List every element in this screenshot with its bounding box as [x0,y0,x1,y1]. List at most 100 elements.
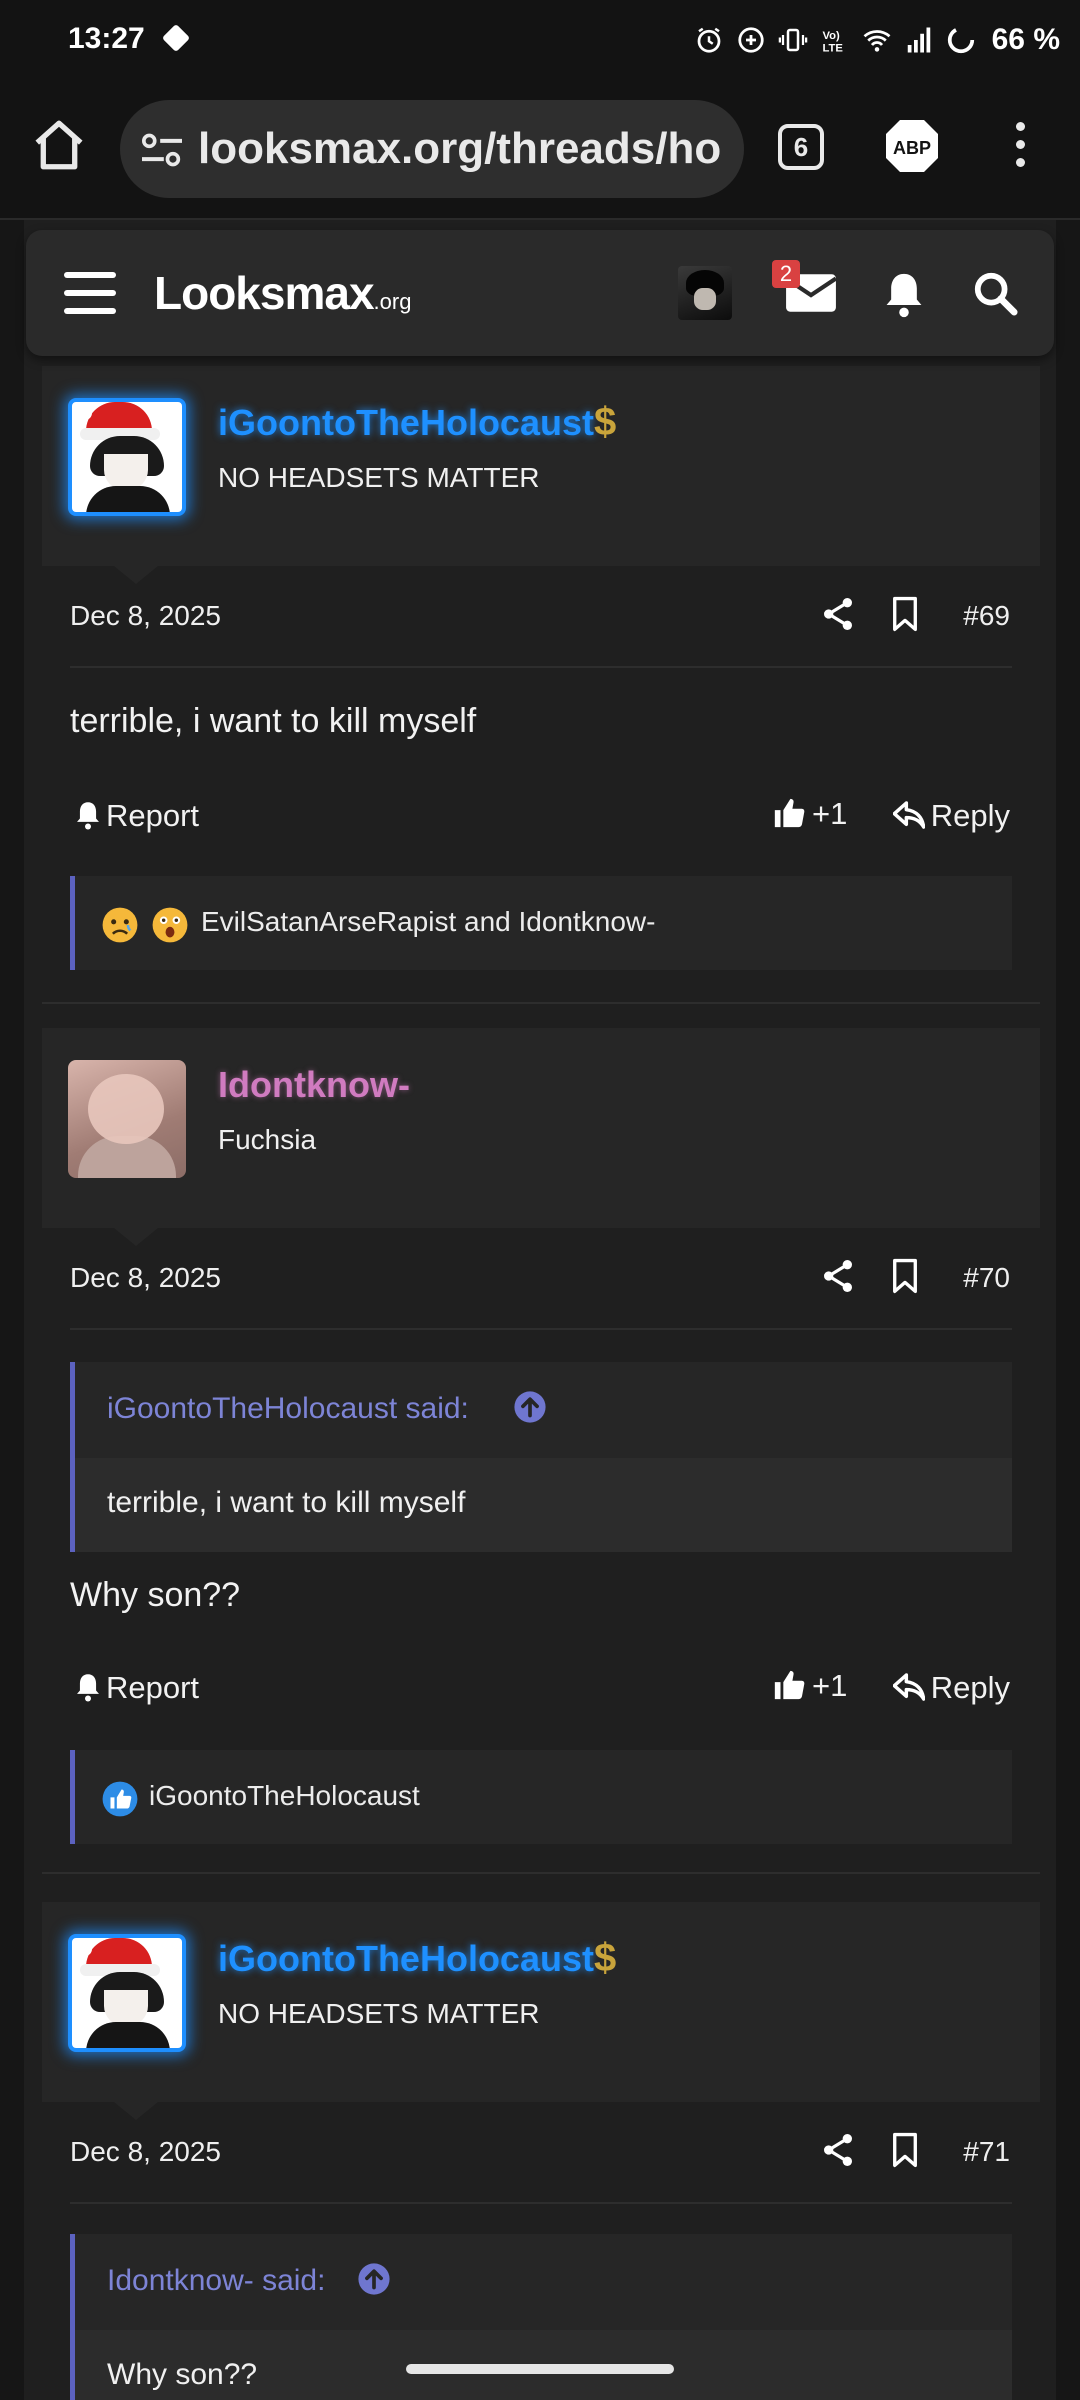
avatar[interactable] [68,1060,186,1178]
post-actions: Report +1 Reply [42,790,1040,850]
browser-toolbar: looksmax.org/threads/ho 6 ABP [0,80,1080,220]
post-meta: Dec 8, 2025 #71 [42,2102,1040,2202]
tab-switcher-button[interactable]: 6 [778,124,824,170]
report-button[interactable]: Report [74,798,199,834]
like-button[interactable]: +1 [772,796,847,832]
dollar-badge-icon: $ [594,400,617,444]
quote-text: Why son?? [107,2358,258,2391]
report-button[interactable]: Report [74,1670,199,1706]
svg-text:LTE: LTE [822,42,843,54]
bookmark-icon[interactable] [892,1258,918,1294]
post-date[interactable]: Dec 8, 2025 [70,2136,221,2168]
status-bar: 13:27 Vo) LTE 66 % [0,0,1080,80]
adblock-icon[interactable]: ABP [884,118,940,174]
avatar[interactable] [68,398,186,516]
bell-icon [77,1674,99,1702]
go-to-quoted-icon[interactable] [513,1390,547,1424]
reply-icon [892,801,926,829]
share-icon[interactable] [822,2132,854,2168]
sad-emoji-icon [102,907,138,943]
battery-saver-icon [947,26,974,54]
battery-percent: 66 % [991,23,1060,56]
reply-button[interactable]: Reply [892,798,1010,834]
user-title: NO HEADSETS MATTER [218,462,540,493]
post-date[interactable]: Dec 8, 2025 [70,600,221,632]
site-logo[interactable]: Lᴏᴏksmax.org [154,266,411,320]
username-link[interactable]: iGoontoTheHolocaust [218,1938,594,1980]
post-user-block: iGoontoTheHolocaust $ NO HEADSETS MATTER [42,1902,1040,2102]
navigation-icon [161,23,191,53]
post-separator [42,1872,1040,1874]
status-time: 13:27 [68,22,145,55]
post-meta: Dec 8, 2025 #69 [42,566,1040,666]
reactions-users[interactable]: iGoontoTheHolocaust [149,1780,420,1812]
quote-author[interactable]: iGoontoTheHolocaust said: [107,1392,469,1426]
hamburger-menu-icon[interactable] [64,272,116,314]
divider [70,1328,1012,1330]
gesture-home-indicator[interactable] [406,2364,674,2374]
user-title: Fuchsia [218,1124,317,1155]
account-avatar[interactable] [678,266,732,320]
like-reaction-icon [102,1781,138,1817]
site-header: Lᴏᴏksmax.org 2 [26,230,1054,356]
reactions-bar[interactable]: iGoontoTheHolocaust [70,1750,1012,1844]
quote-block: iGoontoTheHolocaust said: terrible, i wa… [70,1362,1012,1552]
vibrate-icon [778,28,807,52]
inbox-badge: 2 [772,260,800,288]
post-user-block: iGoontoTheHolocaust $ NO HEADSETS MATTER [42,366,1040,566]
share-icon[interactable] [822,596,854,632]
post-number[interactable]: #69 [963,600,1010,632]
post-date[interactable]: Dec 8, 2025 [70,1262,221,1294]
go-to-quoted-icon[interactable] [357,2262,391,2296]
quote-text: terrible, i want to kill myself [107,1486,466,1519]
thumbs-up-icon [774,1670,805,1700]
post-meta: Dec 8, 2025 #70 [42,1228,1040,1328]
like-button[interactable]: +1 [772,1668,847,1704]
thumbs-up-icon [774,798,805,828]
post-separator [42,1002,1040,1004]
avatar[interactable] [68,1934,186,2052]
shocked-emoji-icon [152,907,188,943]
divider [70,666,1012,668]
signal-icon [907,27,930,53]
share-icon[interactable] [822,1258,854,1294]
adblock-label: ABP [893,138,931,158]
quote-author[interactable]: Idontknow- said: [107,2264,325,2298]
post-number[interactable]: #70 [963,1262,1010,1294]
quote-header[interactable]: iGoontoTheHolocaust said: [75,1362,1012,1458]
post-69: iGoontoTheHolocaust $ NO HEADSETS MATTER… [42,366,1040,1004]
add-circle-icon [737,27,764,53]
wifi-icon [863,30,891,52]
bell-icon [77,802,99,830]
post-user-block: Idontknow- Fuchsia [42,1028,1040,1228]
quote-block: Idontknow- said: Why son?? [70,2234,1012,2400]
post-71: iGoontoTheHolocaust $ NO HEADSETS MATTER… [42,1902,1040,2400]
username-link[interactable]: Idontknow- [218,1064,410,1106]
quote-body: terrible, i want to kill myself [75,1458,1012,1552]
search-icon[interactable] [972,270,1018,316]
username-link[interactable]: iGoontoTheHolocaust [218,402,594,444]
home-icon[interactable] [30,116,88,174]
divider [70,2202,1012,2204]
url-text[interactable]: looksmax.org/threads/ho [198,124,728,174]
bookmark-icon[interactable] [892,2132,918,2168]
bookmark-icon[interactable] [892,596,918,632]
post-body: terrible, i want to kill myself [70,702,477,740]
address-bar[interactable]: looksmax.org/threads/ho [120,100,744,198]
site-settings-icon[interactable] [140,130,184,170]
svg-text:Vo): Vo) [822,30,840,42]
reactions-bar[interactable]: EvilSatanArseRapist and Idontknow- [70,876,1012,970]
reply-button[interactable]: Reply [892,1670,1010,1706]
volte-icon: Vo)LTE [822,30,843,55]
alerts-bell-icon[interactable] [882,270,926,318]
post-body: Why son?? [70,1576,241,1614]
reply-icon [892,1673,926,1701]
post-70: Idontknow- Fuchsia Dec 8, 2025 #70 iGoon… [42,1028,1040,1874]
user-title: NO HEADSETS MATTER [218,1998,540,2029]
quote-header[interactable]: Idontknow- said: [75,2234,1012,2330]
post-number[interactable]: #71 [963,2136,1010,2168]
post-actions: Report +1 Reply [42,1662,1040,1722]
alarm-icon [697,27,720,53]
browser-menu-button[interactable] [1010,122,1030,178]
reactions-users[interactable]: EvilSatanArseRapist and Idontknow- [201,906,655,938]
